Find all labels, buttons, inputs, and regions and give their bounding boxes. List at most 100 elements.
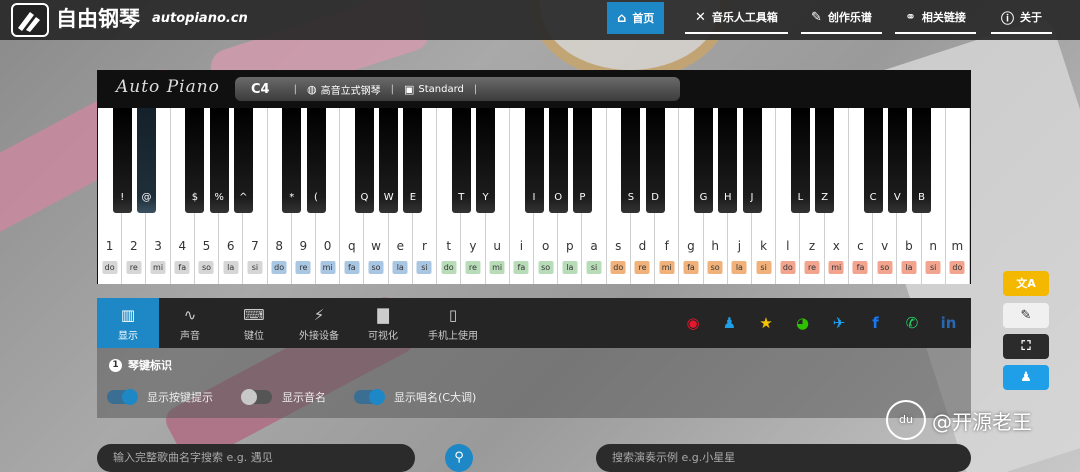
key-hint-label: z — [808, 239, 816, 253]
black-key[interactable]: Z — [815, 108, 835, 213]
solfege-label: la — [223, 261, 239, 274]
song-search-input[interactable]: 输入完整歌曲名字搜索 e.g. 遇见 — [97, 444, 415, 472]
black-key[interactable]: D — [645, 108, 665, 213]
key-hint-label: l — [786, 239, 790, 253]
key-hint-label: C — [869, 192, 877, 203]
toggle-show-note-names[interactable]: 显示音名 — [241, 389, 326, 405]
black-key[interactable]: G — [694, 108, 714, 213]
black-key[interactable]: @ — [136, 108, 156, 213]
black-key[interactable]: L — [790, 108, 810, 213]
key-hint-label: Z — [821, 192, 829, 203]
toggle-switch[interactable] — [241, 389, 272, 405]
piano-header: Auto Piano C4 | ◍ 高音立式钢琴 | ▣ Standard | — [98, 71, 970, 108]
wave-icon: ∿ — [183, 306, 197, 324]
tab-keymap[interactable]: ⌨ 键位 — [223, 298, 285, 348]
black-key[interactable]: J — [742, 108, 762, 213]
wechat-icon[interactable]: ◕ — [793, 313, 813, 333]
instrument-selector[interactable]: 高音立式钢琴 — [321, 82, 381, 97]
weibo-icon[interactable]: ◉ — [683, 313, 703, 333]
toggle-switch[interactable] — [107, 389, 138, 405]
tab-visualize[interactable]: ▇ 可视化 — [352, 298, 414, 348]
demo-search-input[interactable]: 搜索演奏示例 e.g.小星星 — [596, 444, 971, 472]
key-hint-label: * — [289, 192, 295, 203]
logo[interactable] — [11, 3, 49, 37]
search-button[interactable]: ⚲ — [445, 444, 473, 472]
key-hint-label: H — [724, 192, 732, 203]
key-hint-label: t — [446, 239, 452, 253]
layout-selector[interactable]: Standard — [418, 84, 464, 95]
fullscreen-button[interactable]: ⛶ — [1003, 334, 1049, 359]
tab-display[interactable]: ▥ 显示 — [97, 298, 159, 348]
black-key[interactable]: E — [403, 108, 423, 213]
black-key[interactable]: ! — [112, 108, 132, 213]
black-key[interactable]: O — [548, 108, 568, 213]
keyboard-icon: ⌨ — [243, 306, 265, 324]
key-hint-label: ^ — [239, 192, 248, 203]
key-hint-label: % — [214, 192, 224, 203]
black-key[interactable]: % — [209, 108, 229, 213]
nav-home[interactable]: ⌂ 首页 — [607, 2, 665, 34]
solfege-label: si — [247, 261, 263, 274]
whatsapp-icon[interactable]: ✆ — [902, 313, 922, 333]
site-title[interactable]: 自由钢琴 — [56, 4, 140, 34]
key-hint-label: 1 — [105, 239, 114, 253]
key-hint-label: v — [881, 239, 889, 253]
qzone-icon[interactable]: ★ — [756, 313, 776, 333]
solfege-label: do — [949, 261, 965, 274]
octave-indicator[interactable]: C4 — [251, 82, 270, 97]
toggle-show-key-hints[interactable]: 显示按键提示 — [107, 389, 213, 405]
black-key[interactable]: V — [887, 108, 907, 213]
tab-devices[interactable]: ⚡ 外接设备 — [287, 298, 351, 348]
key-hint-label: o — [541, 239, 550, 253]
toggle-switch[interactable] — [354, 389, 385, 405]
pen-icon: ✎ — [811, 9, 822, 25]
solfege-label: si — [416, 261, 432, 274]
black-key[interactable]: W — [379, 108, 399, 213]
black-key[interactable]: I — [524, 108, 544, 213]
edit-off-icon: ✎ — [1020, 308, 1032, 323]
tab-sound[interactable]: ∿ 声音 — [159, 298, 221, 348]
nav-about[interactable]: ⓘ 关于 — [991, 2, 1053, 34]
qq-button[interactable]: ♟ — [1003, 365, 1049, 390]
key-hint-label: 9 — [299, 239, 308, 253]
toggle-show-solfege[interactable]: 显示唱名(C大调) — [354, 389, 476, 405]
black-key[interactable]: H — [718, 108, 738, 213]
nav-links[interactable]: ⚭ 相关链接 — [895, 2, 976, 34]
nav-musician-tools[interactable]: ✕ 音乐人工具箱 — [685, 2, 788, 34]
info-icon: ⓘ — [1001, 11, 1015, 27]
black-key[interactable]: P — [572, 108, 592, 213]
nav-compose[interactable]: ✎ 创作乐谱 — [801, 2, 882, 34]
qq-icon[interactable]: ♟ — [720, 313, 740, 333]
key-hint-label: r — [422, 239, 427, 253]
black-key[interactable]: T — [451, 108, 471, 213]
black-key[interactable]: ( — [306, 108, 326, 213]
black-key[interactable]: * — [282, 108, 302, 213]
key-hint-label: g — [687, 239, 695, 253]
black-key[interactable]: $ — [185, 108, 205, 213]
tab-mobile[interactable]: ▯ 手机上使用 — [419, 298, 487, 348]
no-edit-button[interactable]: ✎ — [1003, 303, 1049, 328]
black-key[interactable]: S — [621, 108, 641, 213]
white-key[interactable]: m do — [945, 108, 970, 284]
key-hint-label: 4 — [178, 239, 187, 253]
twitter-icon[interactable]: ✈ — [829, 313, 849, 333]
linkedin-icon[interactable]: in — [939, 313, 959, 333]
solfege-label: re — [465, 261, 481, 274]
key-hint-label: 7 — [251, 239, 259, 253]
solfege-label: la — [562, 261, 578, 274]
key-hint-label: i — [519, 239, 524, 253]
key-hint-label: J — [750, 192, 754, 203]
key-hint-label: m — [951, 239, 964, 253]
key-hint-label: S — [627, 192, 635, 203]
key-hint-label: 6 — [226, 239, 235, 253]
link-icon: ⚭ — [905, 9, 916, 25]
black-key[interactable]: B — [912, 108, 932, 213]
facebook-icon[interactable]: f — [866, 313, 886, 333]
section-title: 1 琴键标识 — [109, 357, 172, 373]
black-key[interactable]: Y — [476, 108, 496, 213]
translate-button[interactable]: 文A — [1003, 271, 1049, 296]
black-key[interactable]: ^ — [233, 108, 253, 213]
black-key[interactable]: Q — [354, 108, 374, 213]
key-hint-label: W — [383, 192, 394, 203]
black-key[interactable]: C — [863, 108, 883, 213]
